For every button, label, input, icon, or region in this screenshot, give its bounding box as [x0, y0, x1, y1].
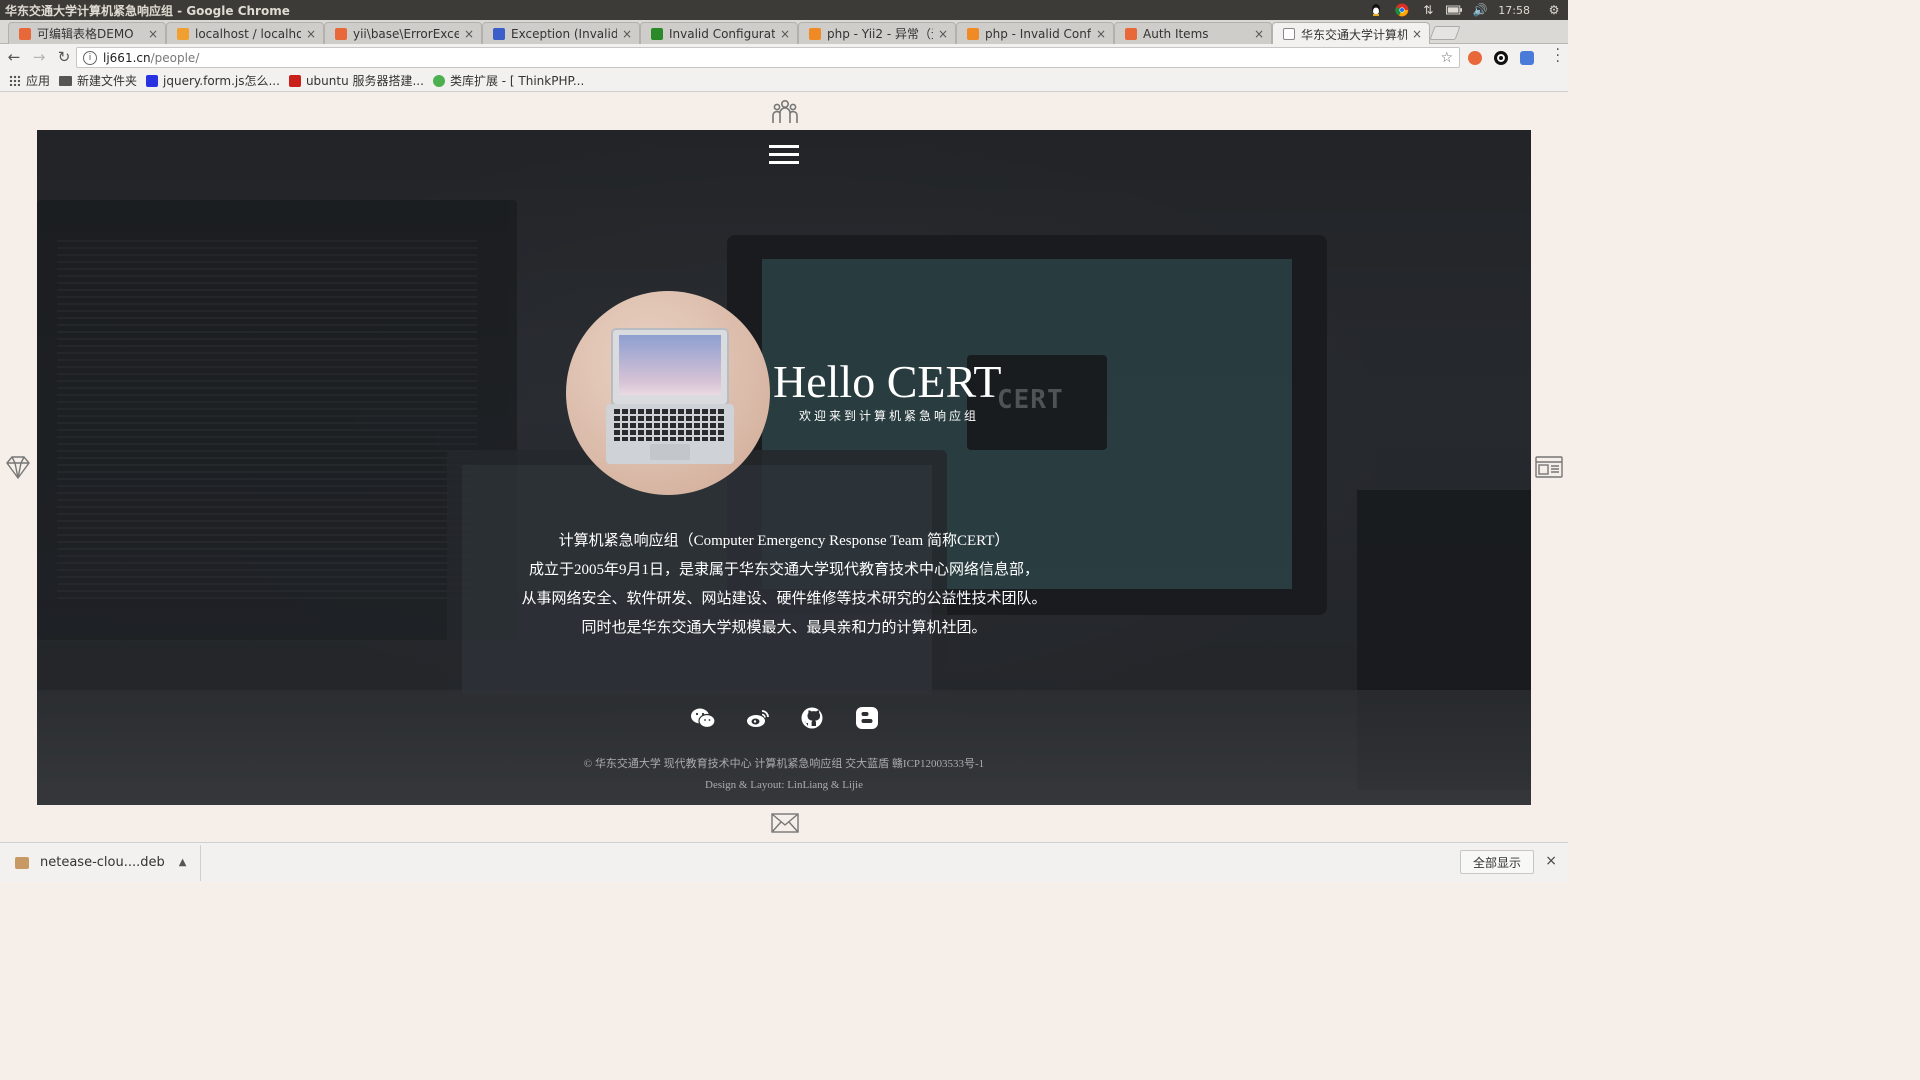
tab-localhost[interactable]: localhost / localhost ×: [166, 22, 324, 44]
address-bar[interactable]: i lj661.cn /people/ ☆: [76, 47, 1460, 68]
os-top-panel: 华东交通大学计算机紧急响应组 - Google Chrome ⇅ 🔊 17:58…: [0, 0, 1568, 20]
tab-cert-active[interactable]: 华东交通大学计算机紧急响应组 ×: [1272, 22, 1430, 45]
favicon-icon: [1125, 27, 1137, 40]
favicon-icon: [177, 27, 189, 40]
hero-banner: CERT Hello CERT 欢迎来到计算机紧急响应组 计算机紧急响应组（Co…: [37, 130, 1531, 805]
favicon-icon: [19, 27, 31, 40]
copyright-text: © 华东交通大学 现代教育技术中心 计算机紧急响应组 交大蓝盾 赣ICP1200…: [583, 758, 985, 770]
show-all-button[interactable]: 全部显示: [1459, 850, 1534, 874]
intro-line: 计算机紧急响应组（Computer Emergency Response Tea…: [558, 533, 1010, 549]
tab-close-icon[interactable]: ×: [463, 27, 475, 41]
bookmark-apps[interactable]: 应用: [9, 72, 50, 89]
url-path: /people/: [150, 50, 200, 65]
tab-auth-items[interactable]: Auth Items ×: [1114, 22, 1272, 44]
bookmark-thinkphp[interactable]: 类库扩展 - [ ThinkPHP...: [432, 72, 584, 89]
csdn-icon: [288, 74, 301, 87]
reload-icon[interactable]: ↻: [53, 46, 75, 68]
social-links: [690, 705, 880, 731]
mail-icon[interactable]: [771, 813, 799, 833]
browser-menu-icon[interactable]: · · ·: [1556, 43, 1560, 69]
bookmarks-bar: 应用 新建文件夹 jquery.form.js怎么... ubuntu 服务器搭…: [0, 70, 1568, 92]
tab-exception-invalid[interactable]: Exception (Invalid Configuration) ×: [482, 22, 640, 44]
intro-line: 同时也是华东交通大学规模最大、最具亲和力的计算机社团。: [581, 620, 987, 636]
favicon-icon: [493, 27, 505, 40]
chevron-up-icon[interactable]: ▲: [179, 857, 187, 868]
info-icon[interactable]: i: [83, 50, 97, 65]
design-credit: Design & Layout: LinLiang & Lijie: [705, 779, 863, 791]
tab-close-icon[interactable]: ×: [621, 27, 633, 41]
tab-close-icon[interactable]: ×: [1411, 27, 1423, 41]
network-icon[interactable]: ⇅: [1420, 3, 1436, 17]
volume-icon[interactable]: 🔊: [1472, 3, 1488, 17]
favicon-icon: [651, 27, 663, 40]
hero-subtitle: 欢迎来到计算机紧急响应组: [799, 409, 980, 423]
people-icon[interactable]: [771, 99, 799, 125]
tab-close-icon[interactable]: ×: [1253, 27, 1265, 41]
layout-panel-icon[interactable]: [1535, 455, 1563, 479]
blogger-icon[interactable]: [854, 705, 880, 731]
hamburger-menu-icon[interactable]: [769, 145, 799, 164]
tab-close-icon[interactable]: ×: [1095, 27, 1107, 41]
intro-text: 计算机紧急响应组（Computer Emergency Response Tea…: [457, 527, 1111, 643]
github-icon[interactable]: [799, 705, 825, 731]
diamond-icon[interactable]: [5, 454, 31, 480]
tab-strip: 可编辑表格DEMO × localhost / localhost × yii\…: [0, 20, 1568, 45]
battery-icon[interactable]: [1446, 3, 1463, 17]
apps-grid-icon: [9, 75, 20, 86]
url-host: lj661.cn: [103, 50, 151, 65]
back-arrow-icon[interactable]: ←: [3, 46, 25, 68]
tab-php-invalid-config[interactable]: php - Invalid Configuration ×: [956, 22, 1114, 44]
laptop-avatar-image: [566, 291, 770, 495]
page-icon: [1283, 28, 1295, 40]
gear-icon[interactable]: ⚙: [1546, 3, 1562, 17]
wechat-icon[interactable]: [690, 705, 716, 731]
tab-editable-table-demo[interactable]: 可编辑表格DEMO ×: [8, 22, 166, 44]
window-title: 华东交通大学计算机紧急响应组 - Google Chrome: [5, 3, 290, 18]
tab-close-icon[interactable]: ×: [305, 27, 317, 41]
tab-invalid-configuration[interactable]: Invalid Configuration ×: [640, 22, 798, 44]
favicon-icon: [967, 27, 979, 40]
weibo-icon[interactable]: [745, 705, 771, 731]
intro-line: 成立于2005年9月1日，是隶属于华东交通大学现代教育技术中心网络信息部，: [528, 562, 1039, 578]
hero-title: Hello CERT: [773, 356, 1002, 407]
web-page: CERT Hello CERT 欢迎来到计算机紧急响应组 计算机紧急响应组（Co…: [0, 93, 1568, 842]
favicon-icon: [335, 27, 347, 40]
intro-line: 从事网络安全、软件研发、网站建设、硬件维修等技术研究的公益性技术团队。: [521, 591, 1047, 607]
dark-overlay: [37, 130, 1531, 805]
bookmark-star-icon[interactable]: ☆: [1440, 50, 1453, 66]
shield-extension-icon[interactable]: [1520, 51, 1534, 65]
forward-arrow-icon[interactable]: →: [28, 46, 50, 68]
bookmark-jquery-form[interactable]: jquery.form.js怎么...: [146, 72, 280, 89]
favicon-icon: [809, 27, 821, 40]
extension-icon[interactable]: [1468, 51, 1482, 65]
tab-close-icon[interactable]: ×: [937, 27, 949, 41]
tab-close-icon[interactable]: ×: [147, 27, 159, 41]
download-item[interactable]: netease-clou....deb ▲: [15, 844, 202, 881]
new-tab-button[interactable]: [1429, 26, 1461, 40]
thinkphp-icon: [432, 74, 445, 87]
bookmark-ubuntu-server[interactable]: ubuntu 服务器搭建...: [288, 72, 424, 89]
browser-toolbar: ← → ↻ i lj661.cn /people/ ☆: [0, 44, 1568, 70]
qq-icon[interactable]: [1368, 3, 1384, 17]
bookmark-new-folder[interactable]: 新建文件夹: [59, 72, 137, 89]
baidu-icon: [146, 74, 159, 87]
tab-close-icon[interactable]: ×: [779, 27, 791, 41]
clock[interactable]: 17:58: [1498, 4, 1530, 17]
chrome-icon[interactable]: [1394, 3, 1410, 17]
package-icon: [15, 856, 29, 869]
download-filename: netease-clou....deb: [40, 855, 165, 870]
tab-php-yii2[interactable]: php - Yii2 - 异常（无效的配置） ×: [798, 22, 956, 44]
record-extension-icon[interactable]: [1494, 51, 1508, 65]
download-shelf: netease-clou....deb ▲ 全部显示 ×: [0, 842, 1568, 882]
folder-icon: [59, 75, 73, 86]
tab-error-exception[interactable]: yii\base\ErrorException ×: [324, 22, 482, 44]
system-tray: ⇅ 🔊 17:58 ⚙: [1368, 0, 1562, 20]
close-icon[interactable]: ×: [1545, 853, 1557, 869]
